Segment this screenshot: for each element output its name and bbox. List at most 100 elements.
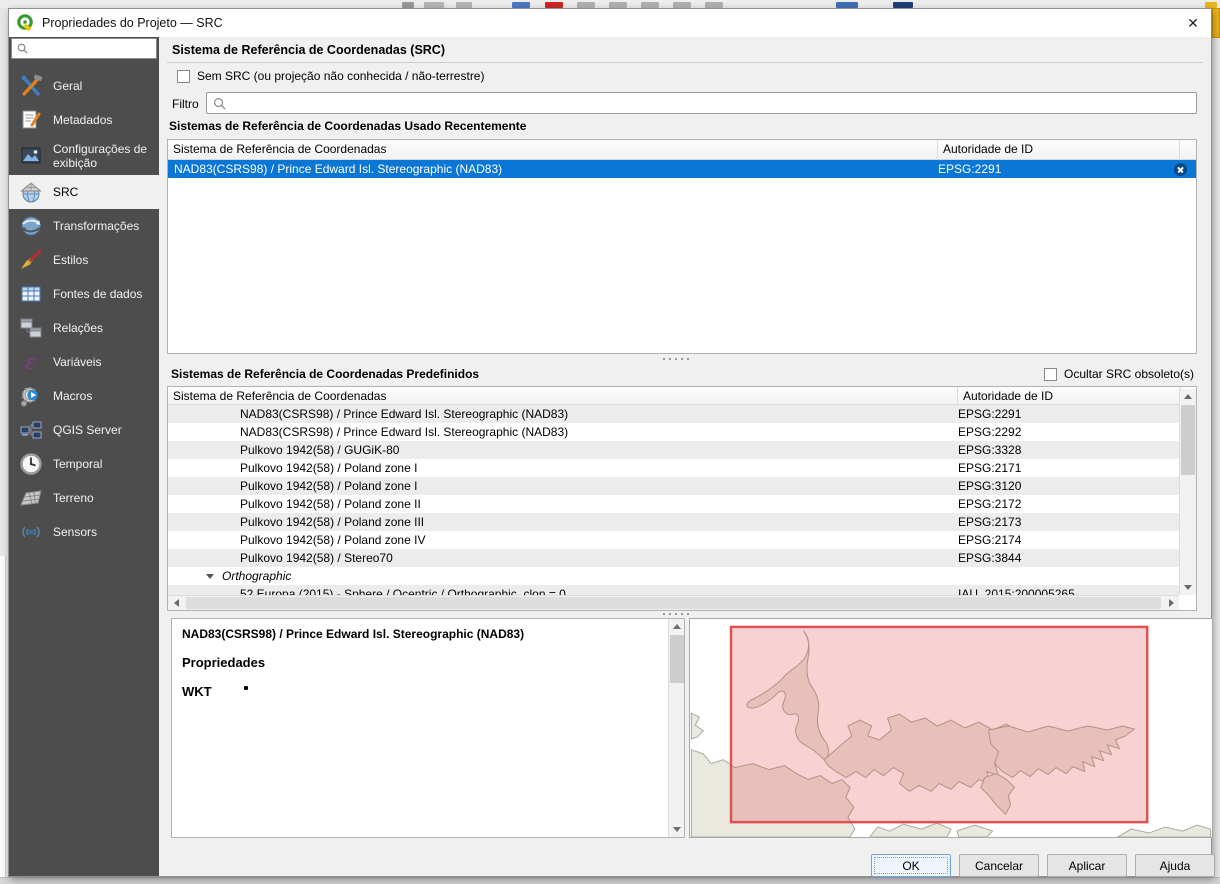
hide-deprecated-checkbox[interactable]: Ocultar SRC obsoleto(s): [1044, 367, 1194, 381]
no-crs-checkbox[interactable]: Sem SRC (ou projeção não conhecida / não…: [177, 69, 484, 83]
sensors-icon: [19, 520, 43, 544]
crs-details-title: NAD83(CSRS98) / Prince Edward Isl. Stere…: [182, 627, 664, 641]
sidebar-item-macros[interactable]: Macros: [9, 379, 159, 413]
vertical-scrollbar[interactable]: [668, 619, 684, 837]
column-header-authority[interactable]: Autoridade de ID: [938, 140, 1180, 159]
scrollbar-thumb[interactable]: [1181, 405, 1195, 475]
scrollbar-thumb[interactable]: [186, 597, 1161, 609]
checkbox-box[interactable]: [177, 70, 190, 83]
collapse-caret-icon[interactable]: [206, 574, 214, 579]
sidebar-item-relacoes[interactable]: Relações: [9, 311, 159, 345]
scroll-right-arrow[interactable]: [1163, 596, 1179, 610]
window-title: Propriedades do Projeto — SRC: [42, 16, 223, 30]
sidebar-item-configuracoes-de-exibicao[interactable]: Configurações de exibição: [9, 137, 159, 175]
recent-table-body: NAD83(CSRS98) / Prince Edward Isl. Stere…: [168, 160, 1196, 178]
crs-details-panel: NAD83(CSRS98) / Prince Edward Isl. Stere…: [171, 618, 685, 838]
sidebar-item-terreno[interactable]: Terreno: [9, 481, 159, 515]
recent-section-title: Sistemas de Referência de Coordenadas Us…: [169, 119, 526, 133]
predefined-crs-row[interactable]: Pulkovo 1942(58) / Stereo70 EPSG:3844: [168, 549, 1179, 567]
sidebar-item-temporal[interactable]: Temporal: [9, 447, 159, 481]
help-button[interactable]: Ajuda: [1135, 854, 1215, 877]
land-mass: [870, 823, 951, 837]
sidebar-search-input[interactable]: [11, 38, 157, 59]
predefined-crs-row[interactable]: Orthographic: [168, 567, 1179, 585]
ok-button[interactable]: OK: [871, 854, 951, 877]
data-table-icon: [19, 282, 43, 306]
table-header: Sistema de Referência de Coordenadas Aut…: [168, 140, 1196, 160]
predefined-crs-row[interactable]: Pulkovo 1942(58) / GUGiK-80 EPSG:3328: [168, 441, 1179, 459]
land-mass: [957, 825, 993, 837]
scroll-left-arrow[interactable]: [168, 596, 184, 610]
dialog-button-row: OK Cancelar Aplicar Ajuda: [871, 854, 1215, 877]
sidebar-item-variaveis[interactable]: ε Variáveis: [9, 345, 159, 379]
wkt-heading: WKT: [182, 684, 664, 699]
horizontal-scrollbar[interactable]: [168, 595, 1179, 610]
sidebar-item-src[interactable]: SRC: [9, 175, 159, 209]
globe-icon: [19, 180, 43, 204]
close-icon[interactable]: ✕: [1181, 12, 1205, 34]
recent-crs-row[interactable]: NAD83(CSRS98) / Prince Edward Isl. Stere…: [168, 160, 1196, 178]
transform-globe-icon: [19, 214, 43, 238]
scroll-up-arrow[interactable]: [669, 619, 685, 634]
column-header-crs[interactable]: Sistema de Referência de Coordenadas: [168, 140, 938, 159]
filter-input[interactable]: [206, 92, 1197, 114]
vertical-scrollbar[interactable]: [1179, 389, 1196, 595]
scroll-down-arrow[interactable]: [669, 822, 685, 837]
scroll-down-arrow[interactable]: [1180, 580, 1196, 595]
cancel-button[interactable]: Cancelar: [959, 854, 1039, 877]
splitter-handle[interactable]: [661, 612, 693, 616]
sidebar-item-geral[interactable]: Geral: [9, 69, 159, 103]
sidebar-item-sensors[interactable]: Sensors: [9, 515, 159, 549]
remove-recent-icon[interactable]: [1174, 163, 1187, 176]
predefined-crs-row[interactable]: Pulkovo 1942(58) / Poland zone I EPSG:31…: [168, 477, 1179, 495]
predefined-table-body: NAD83(CSRS98) / Prince Edward Isl. Stere…: [168, 405, 1179, 595]
qgis-logo-icon: [16, 14, 34, 32]
no-crs-label: Sem SRC (ou projeção não conhecida / não…: [197, 69, 484, 83]
predefined-section-title: Sistemas de Referência de Coordenadas Pr…: [171, 367, 479, 381]
column-header-spacer: [1180, 140, 1196, 159]
column-header-crs[interactable]: Sistema de Referência de Coordenadas: [168, 387, 958, 404]
splitter-handle[interactable]: [661, 357, 693, 361]
title-rule: [167, 62, 1203, 63]
search-icon: [16, 42, 29, 55]
sidebar-item-qgis-server[interactable]: QGIS Server: [9, 413, 159, 447]
server-icon: [19, 418, 43, 442]
filter-label: Filtro: [172, 97, 199, 111]
search-icon: [212, 96, 227, 111]
predefined-crs-row[interactable]: Pulkovo 1942(58) / Poland zone I EPSG:21…: [168, 459, 1179, 477]
sidebar-item-transformacoes[interactable]: Transformações: [9, 209, 159, 243]
terrain-icon: [19, 486, 43, 510]
macros-gear-icon: [19, 384, 43, 408]
toolbar-fragment-yellow: [1212, 8, 1220, 38]
predefined-crs-row[interactable]: NAD83(CSRS98) / Prince Edward Isl. Stere…: [168, 405, 1179, 423]
sidebar: Geral Metadados Configurações de exibiçã…: [9, 37, 159, 876]
predefined-crs-row[interactable]: Pulkovo 1942(58) / Poland zone IV EPSG:2…: [168, 531, 1179, 549]
metadata-icon: [19, 108, 43, 132]
background-panel-strip: [0, 556, 6, 877]
background-toolbar-strip: [0, 0, 1220, 8]
sidebar-list: Geral Metadados Configurações de exibiçã…: [9, 69, 159, 549]
predefined-crs-row[interactable]: 52 Europa (2015) - Sphere / Ocentric / O…: [168, 585, 1179, 595]
scroll-up-arrow[interactable]: [1180, 389, 1196, 404]
paintbrush-icon: [19, 248, 43, 272]
sidebar-item-metadados[interactable]: Metadados: [9, 103, 159, 137]
recent-crs-table: Sistema de Referência de Coordenadas Aut…: [167, 139, 1197, 354]
epsilon-icon: ε: [19, 350, 43, 374]
titlebar: Propriedades do Projeto — SRC ✕: [9, 9, 1211, 37]
predefined-crs-row[interactable]: Pulkovo 1942(58) / Poland zone II EPSG:2…: [168, 495, 1179, 513]
predefined-crs-row[interactable]: NAD83(CSRS98) / Prince Edward Isl. Stere…: [168, 423, 1179, 441]
checkbox-box[interactable]: [1044, 368, 1057, 381]
content-area: Sistema de Referência de Coordenadas (SR…: [159, 37, 1211, 876]
background-bottom-strip: [0, 877, 1220, 884]
properties-heading: Propriedades: [182, 655, 664, 670]
predefined-crs-row[interactable]: Pulkovo 1942(58) / Poland zone III EPSG:…: [168, 513, 1179, 531]
scrollbar-thumb[interactable]: [670, 635, 684, 683]
sidebar-item-fontes-de-dados[interactable]: Fontes de dados: [9, 277, 159, 311]
sidebar-item-estilos[interactable]: Estilos: [9, 243, 159, 277]
clock-icon: [19, 452, 43, 476]
relations-icon: [19, 316, 43, 340]
column-header-authority[interactable]: Autoridade de ID: [958, 387, 1181, 404]
apply-button[interactable]: Aplicar: [1047, 854, 1127, 877]
page-title: Sistema de Referência de Coordenadas (SR…: [172, 43, 445, 57]
hide-deprecated-label: Ocultar SRC obsoleto(s): [1064, 367, 1194, 381]
